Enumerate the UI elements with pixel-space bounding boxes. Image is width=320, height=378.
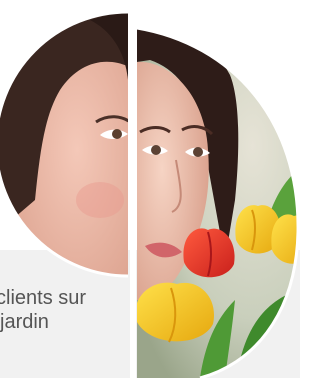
left-portrait-half — [0, 12, 128, 276]
split-portrait-illustration — [0, 0, 300, 378]
right-portrait-half — [137, 28, 299, 378]
red-tulip — [183, 228, 235, 278]
